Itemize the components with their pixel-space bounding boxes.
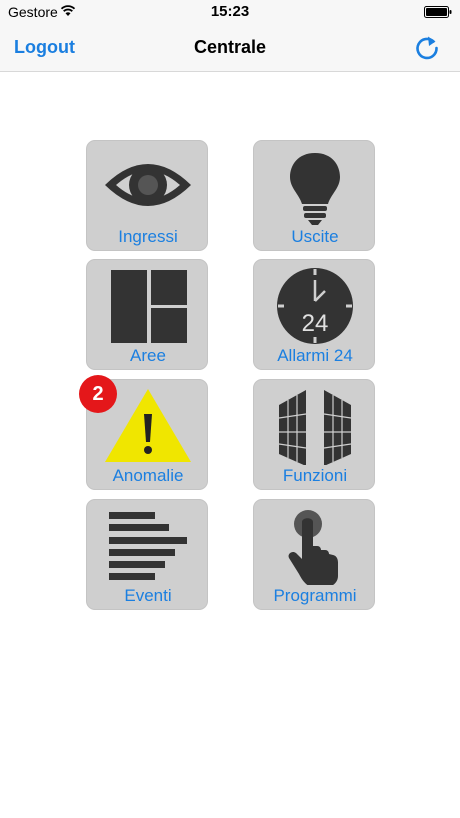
event-list-icon xyxy=(109,512,187,580)
tile-label-aree: Aree xyxy=(130,346,166,365)
areas-grid-icon xyxy=(111,270,187,343)
clock-24-text: 24 xyxy=(302,310,329,337)
eventi-button[interactable]: Eventi xyxy=(86,499,208,610)
ingressi-button[interactable]: Ingressi xyxy=(86,140,208,251)
navigation-bar: Logout Centrale xyxy=(0,24,460,72)
status-time: 15:23 xyxy=(210,3,250,20)
refresh-icon[interactable] xyxy=(413,34,441,62)
tile-label-programmi: Programmi xyxy=(273,586,357,605)
eye-icon xyxy=(105,164,191,206)
page-title: Centrale xyxy=(193,37,267,57)
tile-label-uscite: Uscite xyxy=(291,227,339,246)
gates-icon xyxy=(278,390,352,465)
touch-hand-icon xyxy=(288,510,338,585)
uscite-button[interactable]: Uscite xyxy=(253,140,375,251)
programmi-button[interactable]: Programmi xyxy=(253,499,375,610)
funzioni-button[interactable]: Funzioni xyxy=(253,379,375,490)
tile-label-funzioni: Funzioni xyxy=(282,466,348,485)
clock-24-icon: 24 xyxy=(277,268,353,344)
lightbulb-icon xyxy=(290,153,340,225)
allarmi-24-button[interactable]: 24 Allarmi 24 xyxy=(253,259,375,370)
aree-button[interactable]: Aree xyxy=(86,259,208,370)
tile-label-eventi: Eventi xyxy=(124,586,172,605)
tile-label-ingressi: Ingressi xyxy=(118,227,178,246)
tile-label-anomalie: Anomalie xyxy=(112,466,184,485)
tile-label-allarmi-24: Allarmi 24 xyxy=(277,346,353,365)
battery-icon xyxy=(424,6,452,18)
status-bar: Gestore 15:23 xyxy=(0,0,460,24)
anomalie-count-badge: 2 xyxy=(79,375,117,413)
